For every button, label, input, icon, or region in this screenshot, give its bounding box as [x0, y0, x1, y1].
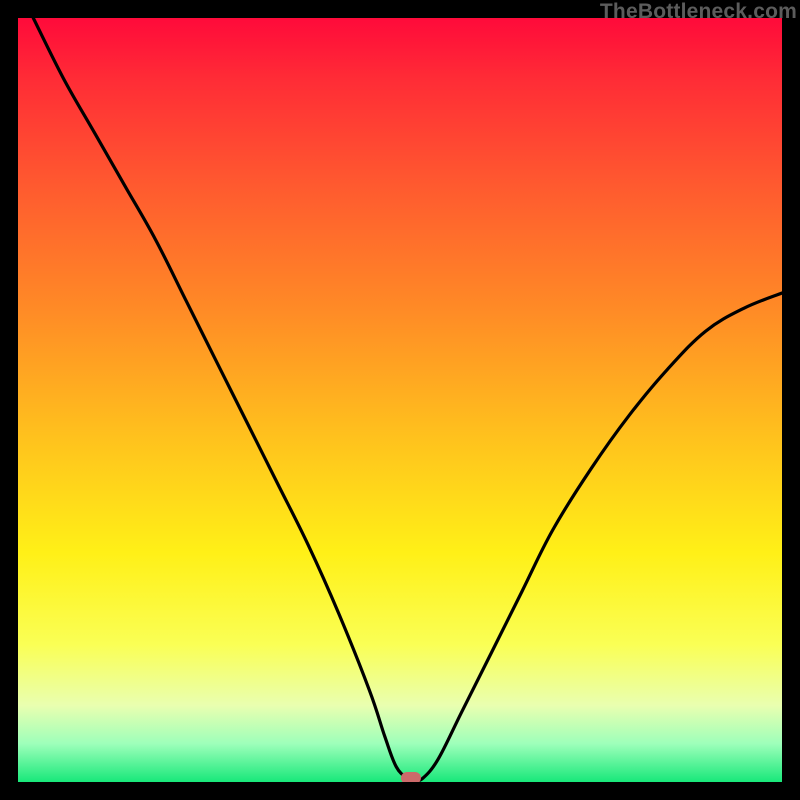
- plot-area: [18, 18, 782, 782]
- optimal-point-marker: [401, 772, 421, 782]
- watermark-label: TheBottleneck.com: [600, 0, 797, 24]
- bottleneck-curve: [18, 18, 782, 782]
- chart-frame: TheBottleneck.com: [0, 0, 800, 800]
